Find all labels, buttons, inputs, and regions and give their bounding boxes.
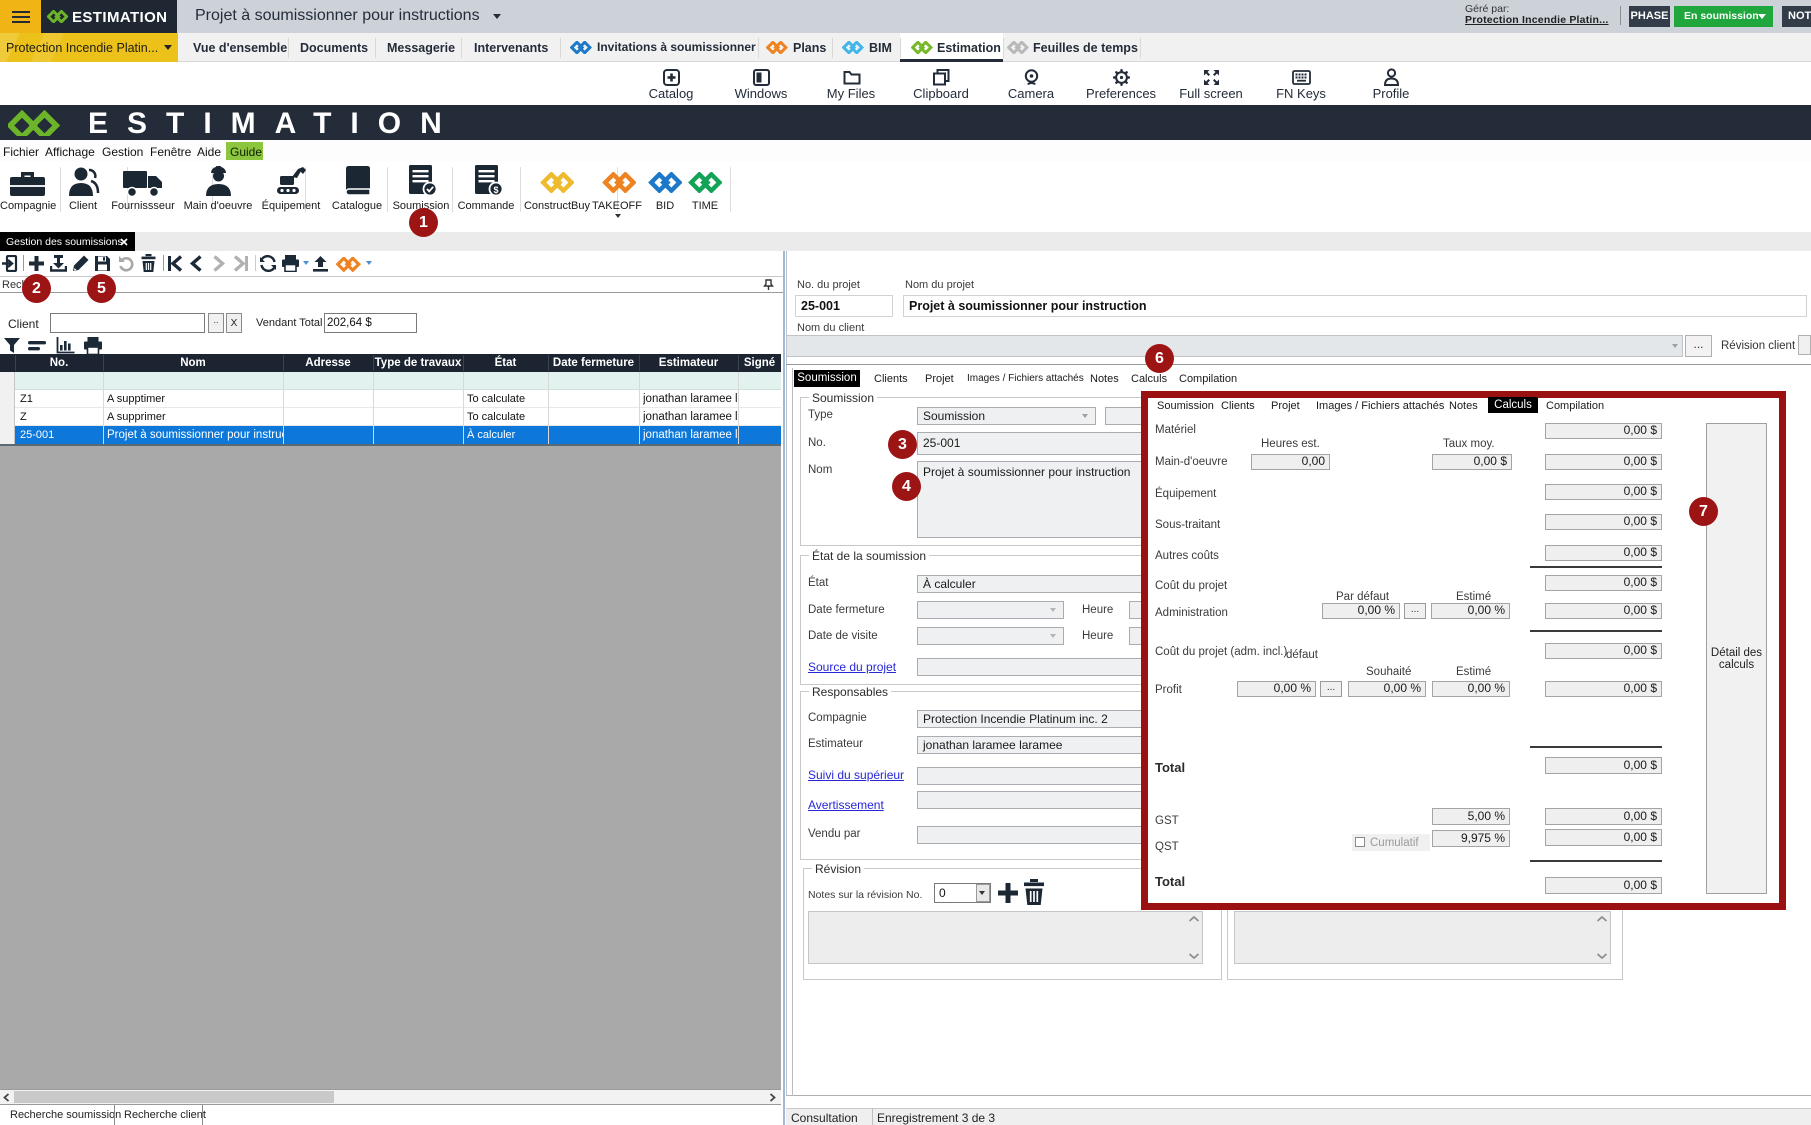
- svg-text:$: $: [493, 185, 498, 195]
